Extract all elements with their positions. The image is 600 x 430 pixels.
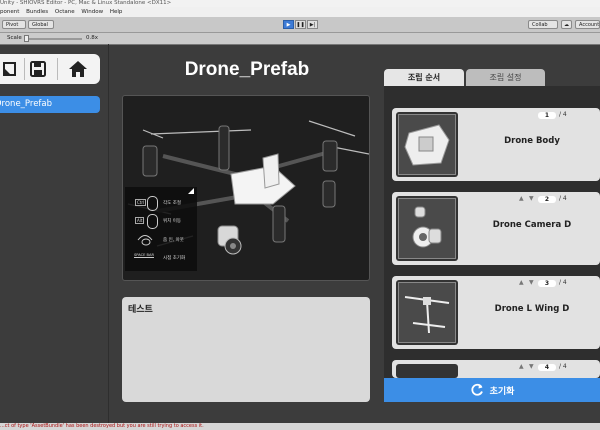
controls-guide: Ctrl 각도 조절 Alt 위치 이동 줌 인, 아웃 SPACE BAR 시… xyxy=(125,187,197,271)
tab-assembly-order[interactable]: 조립 순서 xyxy=(384,69,464,86)
key-alt: Alt xyxy=(135,217,145,224)
order-total: / 4 xyxy=(559,111,567,118)
order-total: / 4 xyxy=(559,363,567,370)
move-down-icon[interactable]: ▼ xyxy=(529,279,534,286)
order-number: 2 xyxy=(538,196,556,203)
part-name: Drone L Wing D xyxy=(494,304,570,314)
mouse-wheel-icon xyxy=(137,233,153,246)
play-button[interactable]: ▶ xyxy=(283,20,294,29)
cloud-icon[interactable]: ☁ xyxy=(561,20,572,29)
menu-bar: ponent Bundles Octane Window Help xyxy=(0,7,600,17)
part-thumbnail xyxy=(396,196,458,261)
menu-item-bundles[interactable]: Bundles xyxy=(26,9,48,15)
panel-divider xyxy=(108,44,109,424)
part-thumbnail xyxy=(396,112,458,177)
control-label-reset-view: 시점 초기화 xyxy=(163,256,186,261)
menu-item-window[interactable]: Window xyxy=(81,9,103,15)
order-number: 1 xyxy=(538,112,556,119)
part-thumbnail xyxy=(396,280,458,345)
file-toolbar xyxy=(0,54,100,84)
memo-panel[interactable] xyxy=(122,297,370,402)
reset-button-label: 초기화 xyxy=(489,386,515,397)
scale-slider-thumb[interactable] xyxy=(24,35,29,42)
reset-button[interactable]: 초기화 xyxy=(384,378,600,402)
order-number: 4 xyxy=(538,364,556,371)
window-title: Unity - SHIOVRS Editor - PC, Mac & Linux… xyxy=(0,0,600,7)
prefab-list-item-label: Drone_Prefab xyxy=(0,99,53,109)
part-thumbnail xyxy=(396,364,458,378)
move-up-icon[interactable]: ▲ xyxy=(519,279,524,286)
memo-title: 테스트 xyxy=(128,305,153,315)
menu-item-octane[interactable]: Octane xyxy=(55,9,75,15)
part-name: Drone Body xyxy=(504,136,560,146)
folder-icon[interactable] xyxy=(0,54,22,84)
control-label-move: 위치 이동 xyxy=(163,219,181,224)
collapse-corner-icon[interactable] xyxy=(188,188,194,194)
order-total: / 4 xyxy=(559,195,567,202)
save-icon[interactable] xyxy=(23,54,53,84)
move-down-icon[interactable]: ▼ xyxy=(529,363,534,370)
key-space-bar: SPACE BAR xyxy=(134,253,154,258)
home-icon[interactable] xyxy=(63,54,93,84)
mouse-icon xyxy=(147,196,158,211)
pause-button[interactable]: ❚❚ xyxy=(295,20,306,29)
console-status[interactable]: ...ct of type 'AssetBundle' has been des… xyxy=(0,423,600,430)
step-button[interactable]: ▶| xyxy=(307,20,318,29)
key-ctrl: Ctrl xyxy=(135,199,147,206)
move-up-icon[interactable]: ▲ xyxy=(519,195,524,202)
page-title: Drone_Prefab xyxy=(184,59,310,80)
menu-item-help[interactable]: Help xyxy=(110,9,123,15)
collab-button[interactable]: Collab xyxy=(528,20,558,29)
order-number: 3 xyxy=(538,280,556,287)
move-up-icon[interactable]: ▲ xyxy=(519,363,524,370)
assembly-item[interactable]: ▲ ▼ 2 / 4 Drone Camera D xyxy=(392,192,600,265)
control-label-zoom: 줌 인, 아웃 xyxy=(163,238,184,243)
unity-toolbar: Pivot Global ▶ ❚❚ ▶| Collab ☁ Account xyxy=(0,17,600,33)
pivot-button[interactable]: Pivot xyxy=(2,20,26,29)
order-total: / 4 xyxy=(559,279,567,286)
menu-item-component[interactable]: ponent xyxy=(0,9,19,15)
assembly-item[interactable]: 1 / 4 Drone Body xyxy=(392,108,600,181)
scale-label: Scale xyxy=(7,35,22,41)
tab-assembly-settings[interactable]: 조립 설정 xyxy=(466,69,545,86)
move-down-icon[interactable]: ▼ xyxy=(529,195,534,202)
scale-value: 0.8x xyxy=(86,35,99,41)
scale-slider-track[interactable] xyxy=(24,38,82,40)
game-view-bar: Scale 0.8x xyxy=(0,33,600,45)
refresh-icon xyxy=(471,383,483,396)
assembly-item[interactable]: ▲ ▼ 4 / 4 xyxy=(392,360,600,378)
assembly-item[interactable]: ▲ ▼ 3 / 4 Drone L Wing D xyxy=(392,276,600,349)
mouse-icon xyxy=(147,214,158,229)
global-button[interactable]: Global xyxy=(28,20,54,29)
control-label-rotate: 각도 조절 xyxy=(163,201,181,206)
account-button[interactable]: Account xyxy=(575,20,600,29)
prefab-list-item[interactable]: Drone_Prefab xyxy=(0,96,100,113)
part-name: Drone Camera D xyxy=(492,220,572,230)
